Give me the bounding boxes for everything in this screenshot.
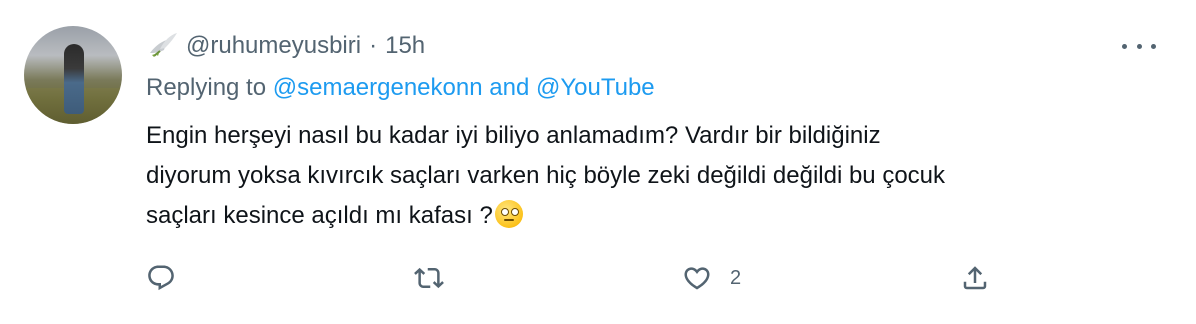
- reply-mention-1[interactable]: @semaergenekonn: [273, 74, 483, 101]
- action-bar: 2: [146, 258, 1006, 298]
- reply-mention-2[interactable]: @YouTube: [536, 74, 655, 101]
- heart-icon: [684, 267, 710, 290]
- separator-dot: ·: [369, 32, 378, 59]
- share-button[interactable]: [960, 258, 990, 298]
- replying-prefix: Replying to: [146, 74, 267, 101]
- share-icon: [963, 266, 987, 290]
- like-count: 2: [730, 266, 742, 289]
- retweet-icon: [414, 267, 444, 289]
- avatar[interactable]: [24, 26, 122, 124]
- tweet-text-line: saçları kesince açıldı mı kafası ?: [146, 196, 1156, 236]
- reply-conjunction[interactable]: and: [489, 74, 529, 101]
- retweet-button[interactable]: [414, 258, 444, 298]
- tweet-text-line: diyorum yoksa kıvırcık saçları varken hi…: [146, 162, 946, 189]
- tweet-time[interactable]: 15h: [385, 32, 425, 60]
- more-dot: [1122, 43, 1127, 49]
- like-button[interactable]: 2: [682, 258, 741, 298]
- tweet-text-line-content: saçları kesince açıldı mı kafası ?: [146, 202, 493, 229]
- user-handle[interactable]: @ruhumeyusbiri: [186, 32, 361, 60]
- reply-button[interactable]: [146, 258, 176, 298]
- face-with-rolling-eyes-icon: [494, 200, 523, 228]
- more-dot: [1136, 43, 1142, 49]
- tweet: @ruhumeyusbiri · 15h Replying to @semaer…: [0, 0, 1196, 324]
- reply-icon: [148, 265, 174, 291]
- more-dot: [1151, 43, 1156, 49]
- tweet-text: Engin herşeyi nasıl bu kadar iyi biliyo …: [146, 116, 1156, 236]
- more-icon[interactable]: [1122, 36, 1156, 56]
- tweet-text-line: Engin herşeyi nasıl bu kadar iyi biliyo …: [146, 122, 881, 149]
- avatar-figure: [64, 44, 84, 114]
- replying-to: Replying to @semaergenekonn and @YouTube: [146, 74, 655, 102]
- dove-icon: [150, 33, 177, 57]
- tweet-header: @ruhumeyusbiri · 15h: [146, 30, 425, 62]
